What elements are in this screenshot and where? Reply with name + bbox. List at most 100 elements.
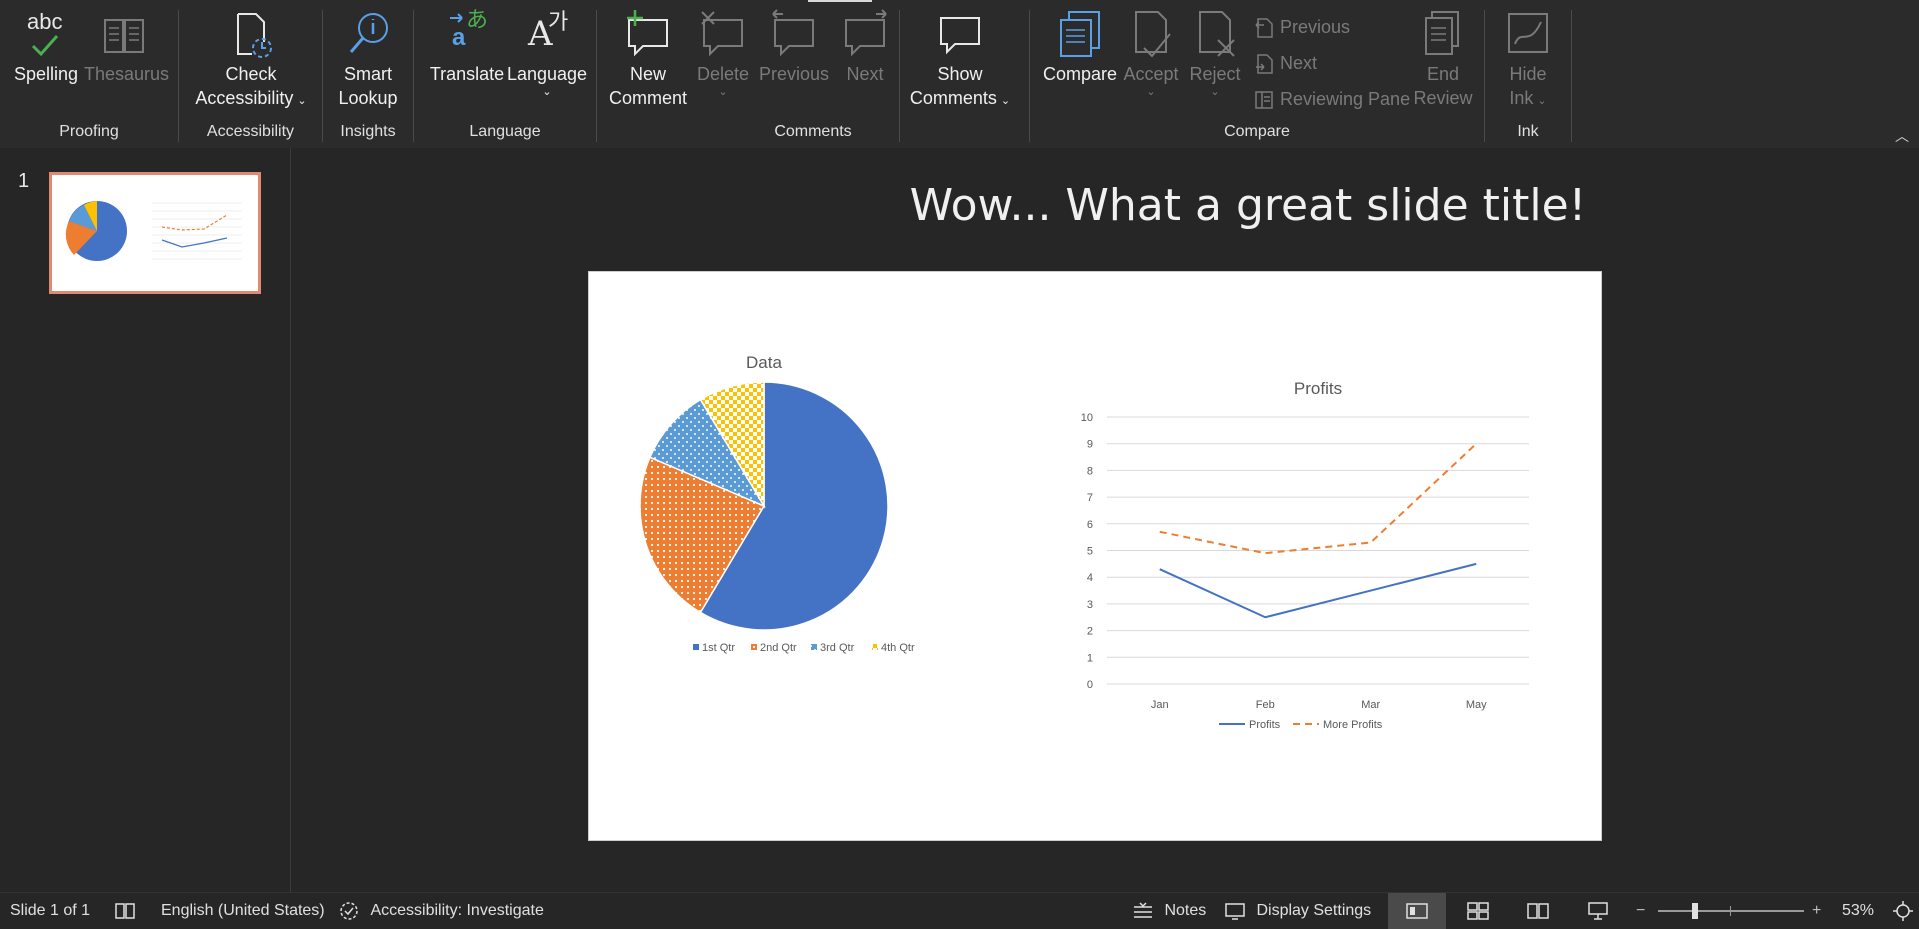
compare-previous-button[interactable]: Previous — [1254, 12, 1350, 42]
spelling-button[interactable]: abc Spelling — [10, 8, 82, 86]
slide-canvas[interactable]: Data 1st Qtr 2nd Qtr 3rd Qtr 4th Qtr Profits… — [588, 271, 1602, 841]
accept-label: Accept — [1123, 64, 1179, 84]
display-settings-button[interactable]: Display Settings — [1224, 893, 1371, 929]
translate-icon: a あ — [450, 7, 489, 51]
zoom-in-button[interactable]: + — [1812, 893, 1821, 929]
line-legend-label: Profits — [1249, 719, 1281, 731]
slide-sorter-icon — [1467, 902, 1489, 920]
reject-icon — [1199, 11, 1235, 57]
chevron-down-icon: ⌄ — [718, 86, 728, 98]
zoom-out-button[interactable]: − — [1636, 893, 1645, 929]
check-accessibility-label-2: Accessibility — [195, 88, 294, 108]
end-review-icon — [1425, 11, 1459, 55]
thesaurus-icon — [104, 19, 144, 53]
zoom-level[interactable]: 53% — [1842, 893, 1874, 929]
fit-slide-button[interactable] — [1892, 893, 1914, 929]
spelling-icon: abc — [21, 8, 71, 60]
thesaurus-label: Thesaurus — [84, 64, 170, 84]
notes-button[interactable]: Notes — [1132, 893, 1206, 929]
show-comments-label-1: Show — [937, 64, 983, 84]
pie-legend-label: 1st Qtr — [702, 642, 735, 654]
zoom-slider[interactable] — [1658, 893, 1804, 929]
reviewing-pane-button[interactable]: Reviewing Pane — [1254, 84, 1410, 114]
display-settings-label: Display Settings — [1256, 902, 1372, 919]
accept-button[interactable]: Accept ⌄ — [1120, 8, 1182, 98]
accessibility-status[interactable]: Accessibility: Investigate — [338, 893, 544, 929]
next-change-icon — [1256, 54, 1273, 74]
y-tick-label: 8 — [1087, 465, 1093, 477]
ribbon-separator — [1571, 10, 1572, 142]
hide-ink-icon — [1508, 13, 1548, 53]
compare-label: Compare — [1042, 64, 1118, 84]
collapse-ribbon-icon[interactable]: ︿ — [1895, 126, 1909, 146]
display-settings-icon — [1225, 903, 1245, 920]
zoom-slider-thumb[interactable] — [1692, 903, 1698, 919]
normal-view-icon — [1406, 903, 1428, 919]
group-label-proofing: Proofing — [59, 123, 119, 140]
compare-button[interactable]: Compare — [1042, 8, 1118, 86]
x-tick-label: May — [1466, 699, 1487, 711]
y-tick-label: 9 — [1087, 439, 1093, 451]
translate-button[interactable]: a あ Translate — [428, 8, 506, 86]
language-label: Language — [506, 64, 588, 84]
group-label-comments: Comments — [774, 123, 852, 140]
smart-lookup-button[interactable]: Smart Lookup — [333, 8, 403, 110]
group-proofing: abc Spelling Thesaurus Proofing — [0, 0, 178, 148]
show-comments-button[interactable]: Show Comments ⌄ — [903, 8, 1017, 113]
thumbnail-number: 1 — [18, 170, 30, 192]
slide-counter[interactable]: Slide 1 of 1 — [10, 893, 90, 929]
slide-show-icon — [1588, 902, 1608, 920]
delete-comment-icon — [701, 11, 743, 57]
reviewing-pane-icon — [1255, 91, 1273, 109]
next-comment-button[interactable]: Next — [833, 8, 897, 86]
group-label-language: Language — [469, 123, 541, 140]
show-comments-label-2: Comments — [909, 88, 997, 108]
reject-button[interactable]: Reject ⌄ — [1186, 8, 1244, 98]
delete-comment-button[interactable]: Delete ⌄ — [691, 8, 755, 98]
line-chart-title: Profits — [1294, 379, 1342, 398]
end-review-label-2: Review — [1413, 88, 1473, 108]
next-comment-label: Next — [846, 64, 884, 84]
delete-comment-label: Delete — [696, 64, 750, 84]
thesaurus-button[interactable]: Thesaurus — [84, 8, 170, 86]
series-line-1 — [1159, 562, 1477, 619]
slide-title[interactable]: Wow... What a great slide title! — [662, 180, 1834, 231]
compare-next-button[interactable]: Next — [1254, 48, 1317, 78]
reject-label: Reject — [1189, 64, 1241, 84]
normal-view-button[interactable] — [1388, 893, 1446, 929]
zoom-slider-track — [1658, 910, 1804, 912]
slide-sorter-view-button[interactable] — [1466, 893, 1490, 929]
pie-legend-label: 4th Qtr — [881, 642, 915, 654]
hide-ink-button[interactable]: Hide Ink ⌄ — [1495, 8, 1561, 113]
line-chart[interactable]: Profits 0 1 2 3 4 5 6 7 8 9 10 Jan Feb Mar May Profits Mo… — [1081, 379, 1529, 731]
end-review-button[interactable]: End Review — [1410, 8, 1476, 110]
group-label-compare: Compare — [1224, 123, 1290, 140]
group-comments: New Comment Delete ⌄ Previous Next Show … — [597, 0, 1029, 148]
notes-label: Notes — [1164, 902, 1207, 919]
spell-check-status-icon[interactable] — [114, 893, 136, 929]
check-accessibility-button[interactable]: Check Accessibility ⌄ — [189, 8, 313, 113]
chevron-down-icon: ⌄ — [542, 86, 552, 98]
pie-legend-swatch — [693, 644, 699, 650]
new-comment-button[interactable]: New Comment — [607, 8, 689, 110]
chevron-down-icon: ⌄ — [297, 95, 307, 107]
new-comment-label-2: Comment — [608, 88, 688, 108]
compare-next-label: Next — [1280, 53, 1318, 73]
pie-legend-label: 2nd Qtr — [760, 642, 797, 654]
language-button[interactable]: A 가 Language ⌄ — [506, 8, 588, 99]
previous-comment-icon — [772, 9, 814, 57]
pie-chart[interactable]: Data 1st Qtr 2nd Qtr 3rd Qtr 4th Qtr — [639, 353, 915, 654]
x-tick-label: Jan — [1151, 699, 1169, 711]
reading-view-button[interactable] — [1526, 893, 1550, 929]
group-ink: Hide Ink ⌄ Ink — [1485, 0, 1571, 148]
slide-thumbnail[interactable] — [49, 172, 261, 294]
translate-label: Translate — [429, 64, 505, 84]
status-bar: Slide 1 of 1 English (United States) Acc… — [0, 892, 1919, 929]
previous-comment-button[interactable]: Previous — [757, 8, 831, 86]
language-status[interactable]: English (United States) — [161, 893, 325, 929]
pie-legend-label: 3rd Qtr — [820, 642, 855, 654]
zoom-slider-midmark — [1730, 906, 1731, 916]
slide-show-button[interactable] — [1586, 893, 1610, 929]
reading-view-icon — [1527, 903, 1549, 919]
chevron-down-icon: ⌄ — [1537, 95, 1547, 107]
